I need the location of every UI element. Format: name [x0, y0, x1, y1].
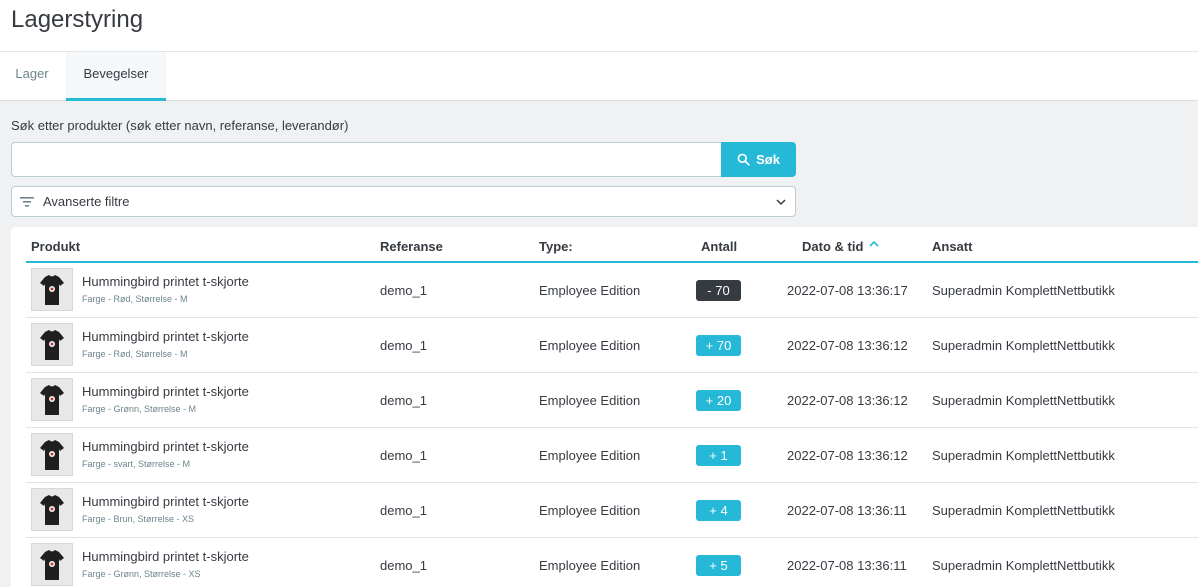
reference-cell: demo_1: [380, 558, 427, 573]
column-header-referanse[interactable]: Referanse: [380, 239, 443, 254]
reference-cell: demo_1: [380, 338, 427, 353]
advanced-filters-toggle[interactable]: Avanserte filtre: [11, 186, 796, 217]
column-header-produkt[interactable]: Produkt: [31, 239, 80, 254]
product-attributes: Farge - Grønn, Størrelse - XS: [82, 569, 201, 579]
employee-cell: Superadmin KomplettNettbutikk: [932, 283, 1115, 298]
tshirt-image-icon: [40, 384, 64, 415]
tshirt-image-icon: [40, 274, 64, 305]
table-row: Hummingbird printet t-skjorte Farge - Bru…: [26, 483, 1198, 538]
table-header: Produkt Referanse Type: Antall Dato & ti…: [26, 227, 1198, 263]
product-thumbnail: [31, 268, 73, 311]
table-row: Hummingbird printet t-skjorte Farge - Grø…: [26, 538, 1198, 587]
tab-bevegelser[interactable]: Bevegelser: [66, 52, 166, 101]
datetime-cell: 2022-07-08 13:36:12: [787, 393, 908, 408]
employee-cell: Superadmin KomplettNettbutikk: [932, 448, 1115, 463]
datetime-cell: 2022-07-08 13:36:17: [787, 283, 908, 298]
tab-lager[interactable]: Lager: [0, 52, 64, 101]
type-cell: Employee Edition: [539, 503, 641, 518]
page-title: Lagerstyring: [11, 6, 144, 33]
movements-table: Produkt Referanse Type: Antall Dato & ti…: [11, 227, 1198, 587]
table-row: Hummingbird printet t-skjorte Farge - sva…: [26, 428, 1198, 483]
type-cell: Employee Edition: [539, 393, 641, 408]
advanced-filters-label: Avanserte filtre: [43, 194, 130, 209]
product-attributes: Farge - Grønn, Størrelse - M: [82, 404, 197, 414]
reference-cell: demo_1: [380, 503, 427, 518]
search-button-label: Søk: [756, 152, 780, 167]
table-row: Hummingbird printet t-skjorte Farge - Grø…: [26, 373, 1198, 428]
datetime-cell: 2022-07-08 13:36:12: [787, 448, 908, 463]
quantity-badge: + 70: [696, 335, 741, 356]
product-attributes: Farge - Rød, Størrelse - M: [82, 349, 188, 359]
column-header-dato[interactable]: Dato & tid: [802, 239, 863, 254]
sort-ascending-icon[interactable]: [869, 240, 879, 248]
quantity-badge: + 5: [696, 555, 741, 576]
search-label: Søk etter produkter (søk etter navn, ref…: [11, 118, 349, 133]
product-thumbnail: [31, 323, 73, 366]
product-thumbnail: [31, 488, 73, 531]
reference-cell: demo_1: [380, 283, 427, 298]
quantity-badge: + 20: [696, 390, 741, 411]
filter-icon: [20, 197, 34, 207]
datetime-cell: 2022-07-08 13:36:11: [787, 503, 907, 518]
column-header-antall[interactable]: Antall: [701, 239, 737, 254]
chevron-down-icon: [776, 199, 786, 206]
product-attributes: Farge - Rød, Størrelse - M: [82, 294, 188, 304]
type-cell: Employee Edition: [539, 338, 641, 353]
quantity-badge: + 1: [696, 445, 741, 466]
column-header-ansatt[interactable]: Ansatt: [932, 239, 972, 254]
product-attributes: Farge - Brun, Størrelse - XS: [82, 514, 195, 524]
quantity-badge: + 4: [696, 500, 741, 521]
quantity-badge: - 70: [696, 280, 741, 301]
table-row: Hummingbird printet t-skjorte Farge - Rød…: [26, 263, 1198, 318]
table-row: Hummingbird printet t-skjorte Farge - Rød…: [26, 318, 1198, 373]
datetime-cell: 2022-07-08 13:36:12: [787, 338, 908, 353]
type-cell: Employee Edition: [539, 448, 641, 463]
search-button[interactable]: Søk: [721, 142, 796, 177]
tshirt-image-icon: [40, 439, 64, 470]
datetime-cell: 2022-07-08 13:36:11: [787, 558, 907, 573]
type-cell: Employee Edition: [539, 283, 641, 298]
search-icon: [737, 153, 750, 166]
tab-bar: Lager Bevegelser: [0, 52, 1198, 101]
employee-cell: Superadmin KomplettNettbutikk: [932, 338, 1115, 353]
product-name[interactable]: Hummingbird printet t-skjorte: [82, 494, 249, 509]
tshirt-image-icon: [40, 494, 64, 525]
employee-cell: Superadmin KomplettNettbutikk: [932, 558, 1115, 573]
reference-cell: demo_1: [380, 393, 427, 408]
product-name[interactable]: Hummingbird printet t-skjorte: [82, 274, 249, 289]
page-header: Lagerstyring: [0, 0, 1198, 52]
tshirt-image-icon: [40, 329, 64, 360]
product-thumbnail: [31, 378, 73, 421]
tshirt-image-icon: [40, 549, 64, 580]
product-attributes: Farge - svart, Størrelse - M: [82, 459, 191, 469]
column-header-type[interactable]: Type:: [539, 239, 573, 254]
reference-cell: demo_1: [380, 448, 427, 463]
product-name[interactable]: Hummingbird printet t-skjorte: [82, 439, 249, 454]
product-name[interactable]: Hummingbird printet t-skjorte: [82, 549, 249, 564]
search-input[interactable]: [11, 142, 722, 177]
employee-cell: Superadmin KomplettNettbutikk: [932, 503, 1115, 518]
product-thumbnail: [31, 433, 73, 476]
product-name[interactable]: Hummingbird printet t-skjorte: [82, 329, 249, 344]
product-thumbnail: [31, 543, 73, 586]
employee-cell: Superadmin KomplettNettbutikk: [932, 393, 1115, 408]
product-name[interactable]: Hummingbird printet t-skjorte: [82, 384, 249, 399]
type-cell: Employee Edition: [539, 558, 641, 573]
